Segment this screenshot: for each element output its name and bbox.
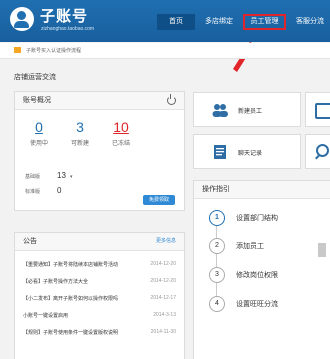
more-info-link[interactable]: 更多信息 xyxy=(156,233,176,250)
announcement-item[interactable]: 【重要通知】子账号将陆续本店铺账号活动 xyxy=(23,261,118,268)
logo-domain: zizhanghao.taobao.com xyxy=(41,26,95,32)
announcement-date: 2014-12-20 xyxy=(150,261,176,267)
announcement-item[interactable]: 小账号一键设置启用 xyxy=(23,312,68,319)
top-navigation-bar: 子账号 zizhanghao.taobao.com 首页 多店绑定 员工管理 客… xyxy=(0,0,330,42)
chat-record-label: 聊天记录 xyxy=(238,151,263,157)
announcement-date: 2014-3-13 xyxy=(153,312,176,318)
notice-link[interactable]: 子账号买入认证操作流程 xyxy=(26,47,81,54)
power-icon[interactable] xyxy=(167,94,176,105)
announcements-header: 公告 更多信息 xyxy=(15,233,184,251)
announcement-date: 2014-12-20 xyxy=(150,278,176,284)
step-label[interactable]: 添加员工 xyxy=(236,241,264,251)
free-claim-button[interactable]: 免费领取 xyxy=(143,195,175,205)
step-label[interactable]: 修改岗位权限 xyxy=(236,270,278,280)
stat-frozen-label: 已冻结 xyxy=(111,141,130,147)
operation-guide-title: 操作指引 xyxy=(194,181,330,199)
step-number-4: 4 xyxy=(209,296,225,312)
new-employee-button[interactable]: 新建员工 xyxy=(193,92,301,127)
notice-bar: 子账号买入认证操作流程 xyxy=(0,43,330,59)
speaker-icon xyxy=(14,47,21,53)
standard-edition-label: 标准版 xyxy=(25,189,41,195)
step-number-3: 3 xyxy=(209,267,225,283)
step-label[interactable]: 设置部门结构 xyxy=(236,213,278,223)
announcement-item[interactable]: 【小二发布】离开子账号如何以操作权限吗 xyxy=(23,295,118,302)
nav-multi-store[interactable]: 多店绑定 xyxy=(199,14,239,30)
basic-edition-label: 基础版 xyxy=(25,174,41,180)
quick-action-partial-2[interactable] xyxy=(305,134,330,169)
announcement-date: 2014-12-17 xyxy=(150,295,176,301)
step-connector-line xyxy=(216,224,217,306)
step-number-1: 1 xyxy=(209,210,225,226)
standard-edition-value: 0 xyxy=(57,186,62,195)
step-number-2: 2 xyxy=(209,238,225,254)
nav-employee-management[interactable]: 员工管理 xyxy=(243,14,286,30)
lock-icon xyxy=(318,243,326,257)
nav-home[interactable]: 首页 xyxy=(157,14,195,30)
chevron-down-icon[interactable]: ▾ xyxy=(70,174,73,180)
card-icon xyxy=(315,103,330,119)
quick-action-partial[interactable] xyxy=(305,92,330,127)
account-overview-title: 账号概况 xyxy=(15,92,184,110)
announcement-item[interactable]: 【必看】子账号操作方法大全 xyxy=(23,278,88,285)
stat-frozen-count[interactable]: 10 xyxy=(106,119,136,135)
logo-title: 子账号 xyxy=(40,8,89,25)
account-overview-card: 账号概况 0 使用中 3 可新建 10 已冻结 基础版 13 ▾ 标准版 0 免… xyxy=(14,91,185,211)
stat-in-use-count[interactable]: 0 xyxy=(24,119,54,135)
chat-record-button[interactable]: 聊天记录 xyxy=(193,134,301,169)
new-employee-label: 新建员工 xyxy=(238,109,263,115)
section-title: 店铺运营交流 xyxy=(14,74,56,81)
announcements-title: 公告 xyxy=(23,238,37,245)
users-icon xyxy=(212,104,228,117)
logo-icon xyxy=(10,7,34,31)
announcement-date: 2014-11-30 xyxy=(150,329,176,335)
nav-customer-service[interactable]: 客服分流 xyxy=(290,14,330,30)
stat-available-count[interactable]: 3 xyxy=(65,119,95,135)
document-icon xyxy=(214,145,226,159)
stat-in-use-label: 使用中 xyxy=(29,141,48,147)
announcement-item[interactable]: 【规则】子账号使用条件一键设置版权说明 xyxy=(23,329,118,336)
step-label[interactable]: 设置旺旺分流 xyxy=(236,299,278,309)
search-handle xyxy=(315,154,320,160)
announcements-card: 公告 更多信息 【重要通知】子账号将陆续本店铺账号活动 2014-12-20 【… xyxy=(14,232,185,359)
stat-available-label: 可新建 xyxy=(70,141,89,147)
basic-edition-value: 13 xyxy=(57,171,66,180)
